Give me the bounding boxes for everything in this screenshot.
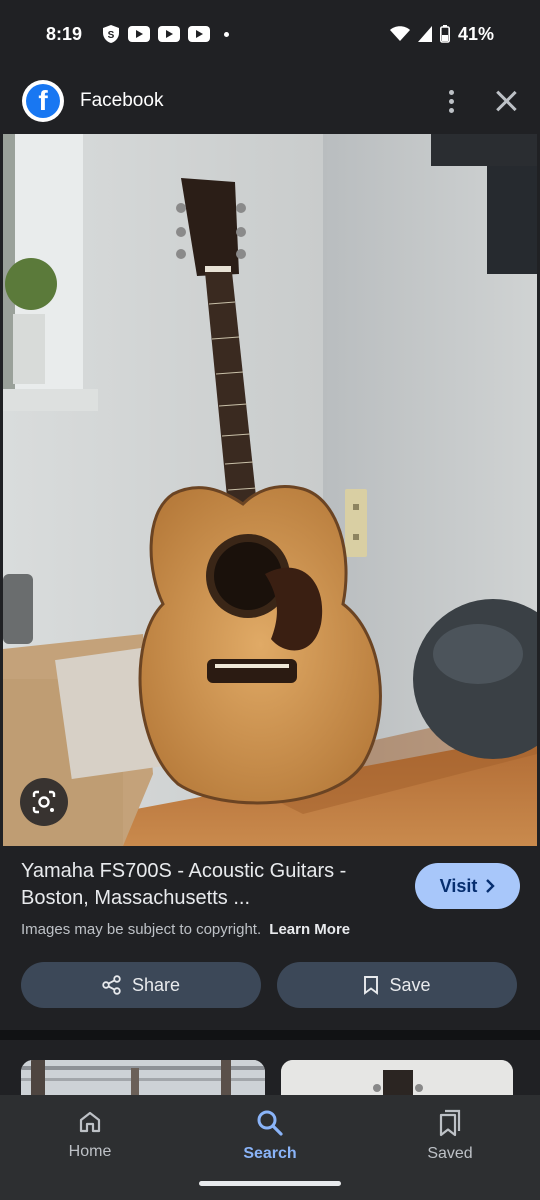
related-image-2 bbox=[281, 1060, 513, 1100]
save-button[interactable]: Save bbox=[277, 962, 517, 1008]
site-name[interactable]: Facebook bbox=[80, 90, 163, 112]
more-notifications-dot bbox=[224, 31, 230, 37]
result-title[interactable]: Yamaha FS700S - Acoustic Guitars - Bosto… bbox=[21, 858, 391, 912]
share-label: Share bbox=[131, 974, 181, 995]
nav-saved[interactable]: Saved bbox=[360, 1095, 540, 1200]
nav-search-label: Search bbox=[243, 1145, 297, 1162]
notification-icons: S bbox=[102, 24, 230, 44]
saved-icon bbox=[439, 1109, 461, 1137]
result-image[interactable] bbox=[3, 134, 537, 846]
youtube-notification-icon bbox=[158, 26, 181, 42]
google-lens-button[interactable] bbox=[20, 778, 68, 826]
home-icon bbox=[79, 1111, 101, 1133]
copyright-text: Images may be subject to copyright. bbox=[21, 921, 262, 938]
lens-icon bbox=[32, 790, 56, 814]
status-bar: 8:19 S 41% bbox=[0, 0, 540, 68]
guitar-photo bbox=[3, 134, 537, 846]
related-image-1 bbox=[21, 1060, 265, 1100]
visit-label: Visit bbox=[439, 875, 478, 896]
status-right: 41% bbox=[389, 23, 494, 45]
chevron-right-icon bbox=[486, 879, 496, 893]
related-image-thumbnail[interactable] bbox=[21, 1060, 265, 1100]
more-options-icon[interactable] bbox=[449, 89, 454, 113]
status-time: 8:19 bbox=[46, 23, 83, 44]
facebook-logo-icon[interactable]: f bbox=[22, 80, 64, 122]
nav-home[interactable]: Home bbox=[0, 1095, 180, 1200]
youtube-notification-icon bbox=[128, 26, 151, 42]
battery-percent: 41% bbox=[457, 23, 494, 44]
bookmark-icon bbox=[364, 976, 379, 995]
close-icon[interactable] bbox=[494, 89, 518, 113]
cell-signal-icon bbox=[417, 26, 432, 42]
youtube-notification-icon bbox=[188, 26, 211, 42]
visit-button[interactable]: Visit bbox=[415, 863, 520, 909]
svg-text:S: S bbox=[108, 30, 115, 41]
facebook-logo-letter: f bbox=[26, 84, 60, 118]
shield-notification-icon: S bbox=[103, 25, 120, 43]
source-header: f Facebook bbox=[0, 68, 540, 134]
related-image-thumbnail[interactable] bbox=[281, 1060, 513, 1100]
learn-more-link[interactable]: Learn More bbox=[269, 921, 350, 938]
share-icon bbox=[102, 975, 121, 995]
search-icon bbox=[257, 1110, 283, 1136]
nav-home-label: Home bbox=[68, 1143, 112, 1160]
wifi-icon bbox=[389, 26, 410, 41]
battery-icon bbox=[439, 25, 450, 43]
save-label: Save bbox=[389, 974, 431, 995]
share-button[interactable]: Share bbox=[21, 962, 261, 1008]
copyright-notice: Images may be subject to copyright. Lear… bbox=[21, 921, 350, 938]
nav-saved-label: Saved bbox=[427, 1145, 473, 1162]
section-divider bbox=[0, 1030, 540, 1040]
gesture-handle[interactable] bbox=[199, 1181, 341, 1186]
